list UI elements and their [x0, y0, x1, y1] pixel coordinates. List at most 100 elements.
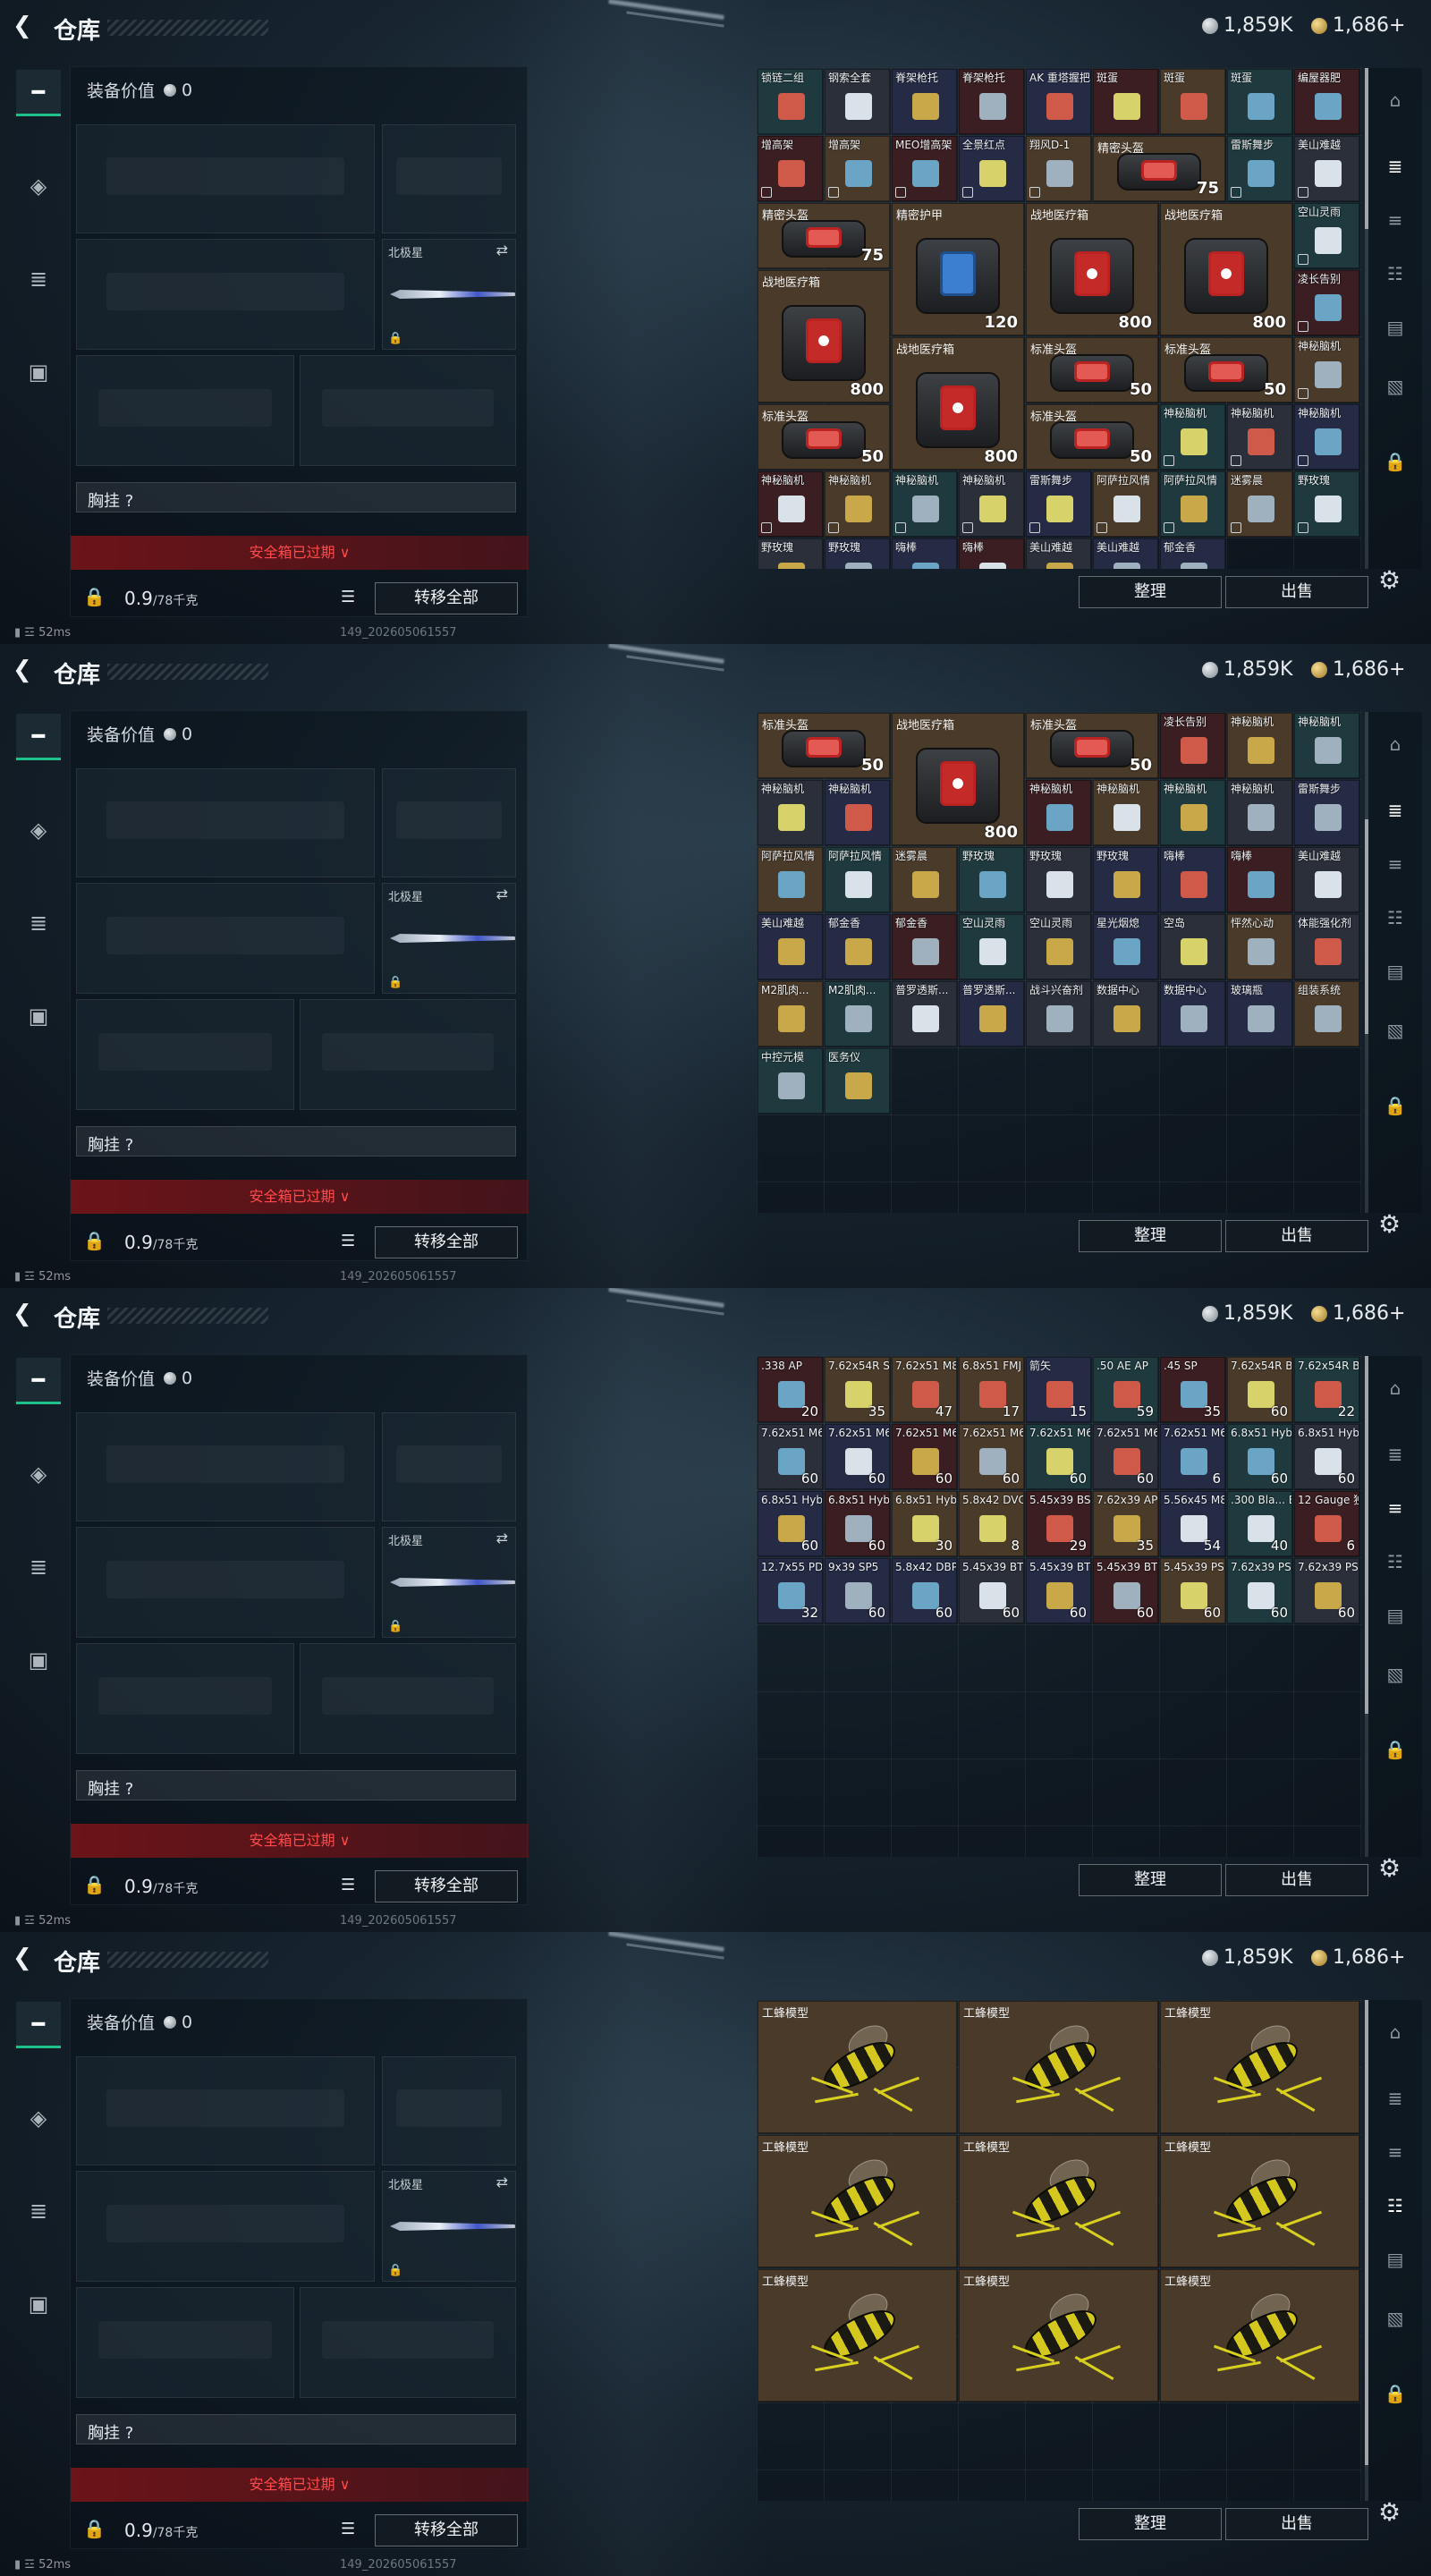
melee-slot[interactable]: 北极星 ⇄ 🔒: [382, 2171, 516, 2282]
stash-item[interactable]: .45 SP 35: [1160, 1357, 1225, 1422]
stash-item[interactable]: 翔风D-1: [1026, 136, 1091, 201]
stash-grid[interactable]: 工蜂模型 工蜂模型 工蜂模型 工蜂模型 工蜂模型 工蜂模型 工蜂模型 工蜂模型 工蜂模型: [757, 2000, 1361, 2501]
stash-item[interactable]: 5.45x39 BT 60: [959, 1558, 1024, 1623]
stash-item[interactable]: 7.62x51 M62 60: [825, 1424, 890, 1489]
transfer-all-button[interactable]: 转移全部: [375, 1226, 518, 1258]
stash-item[interactable]: 神秘脑机: [1227, 404, 1292, 470]
primary-weapon-slot[interactable]: [76, 768, 375, 877]
stash-item[interactable]: 战地医疗箱 800: [1160, 203, 1292, 335]
stash-item[interactable]: 6.8x51 Hybrid 30: [892, 1491, 957, 1556]
stash-item[interactable]: 郁金香: [825, 914, 890, 979]
gold-currency[interactable]: 1,686+: [1311, 14, 1405, 37]
safebox-expired-banner[interactable]: 安全箱已过期 ∨: [71, 536, 529, 570]
weapon-category-icon[interactable]: ≣: [1377, 1436, 1413, 1472]
settings-gear-icon[interactable]: ⚙: [1378, 1209, 1401, 1239]
case-tab-icon[interactable]: ▣: [16, 2281, 61, 2327]
armor-tab-icon[interactable]: ◈: [16, 2095, 61, 2141]
back-arrow-icon[interactable]: ❮: [13, 1301, 39, 1327]
stash-item[interactable]: 7.62x51 M61 6: [1160, 1424, 1225, 1489]
helmet-slot[interactable]: [76, 355, 294, 466]
stash-item[interactable]: 7.62x51 M62 60: [1093, 1424, 1158, 1489]
sell-button[interactable]: 出售: [1225, 576, 1368, 608]
collectible-category-icon[interactable]: ☷: [1377, 1544, 1413, 1580]
stash-item[interactable]: 雷斯舞步: [1227, 136, 1292, 201]
stash-grid[interactable]: .338 AP 20 7.62x54R SNB 35 7.62x51 M80 47 6.8x…: [757, 1356, 1361, 1857]
stash-item[interactable]: 野玫瑰: [1294, 471, 1359, 537]
settings-gear-icon[interactable]: ⚙: [1378, 565, 1401, 595]
armor-slot[interactable]: [300, 355, 516, 466]
ammo-category-icon[interactable]: ≡: [1377, 1490, 1413, 1526]
stash-item[interactable]: 中控元模: [758, 1048, 823, 1114]
stash-item[interactable]: 阿萨拉风情: [1160, 471, 1225, 537]
stash-item[interactable]: 野玫瑰: [1026, 847, 1091, 912]
stash-item[interactable]: 5.45x39 BS 29: [1026, 1491, 1091, 1556]
case-tab-icon[interactable]: ▣: [16, 993, 61, 1039]
stash-item[interactable]: 7.62x39 PS 60: [1227, 1558, 1292, 1623]
stash-item[interactable]: 5.56x45 M855 54: [1160, 1491, 1225, 1556]
key-category-icon[interactable]: ▧: [1377, 1657, 1413, 1692]
collectible-category-icon[interactable]: ☷: [1377, 900, 1413, 936]
stash-item[interactable]: 锁链二组: [758, 69, 823, 134]
stash-item[interactable]: 美山难越: [1093, 538, 1158, 569]
case-tab-icon[interactable]: ▣: [16, 349, 61, 395]
locked-category-icon[interactable]: 🔒: [1377, 1732, 1413, 1767]
swap-icon[interactable]: ⇄: [496, 242, 508, 258]
stash-item[interactable]: 野玫瑰: [825, 538, 890, 569]
key-category-icon[interactable]: ▧: [1377, 2301, 1413, 2336]
stash-item[interactable]: 钢索全套: [825, 69, 890, 134]
silver-currency[interactable]: 1,859K: [1202, 14, 1292, 37]
stash-item[interactable]: .338 AP 20: [758, 1357, 823, 1422]
transfer-all-button[interactable]: 转移全部: [375, 2514, 518, 2546]
silver-currency[interactable]: 1,859K: [1202, 1946, 1292, 1969]
stash-item[interactable]: 空岛: [1160, 914, 1225, 979]
weapon-category-icon[interactable]: ≣: [1377, 2080, 1413, 2116]
stash-item[interactable]: 5.8x42 DVC12 8: [959, 1491, 1024, 1556]
stash-item[interactable]: 9x39 SP5 60: [825, 1558, 890, 1623]
stash-item[interactable]: 玻璃瓶: [1227, 981, 1292, 1046]
secondary-weapon-slot[interactable]: [76, 2171, 375, 2282]
sell-button[interactable]: 出售: [1225, 1864, 1368, 1896]
stash-item[interactable]: 怦然心动: [1227, 914, 1292, 979]
gold-currency[interactable]: 1,686+: [1311, 1302, 1405, 1325]
armor-tab-icon[interactable]: ◈: [16, 163, 61, 209]
stash-item[interactable]: 阿萨拉风情: [825, 847, 890, 912]
armor-slot[interactable]: [300, 2287, 516, 2398]
stash-item[interactable]: M2肌肉...: [825, 981, 890, 1046]
chest-rig-slot[interactable]: 胸挂 ?: [76, 1770, 516, 1801]
stash-item[interactable]: 体能强化剂: [1294, 914, 1359, 979]
stash-item[interactable]: 阿萨拉风情: [1093, 471, 1158, 537]
stash-item[interactable]: 嗨棒: [1227, 847, 1292, 912]
sidearm-slot[interactable]: [382, 768, 516, 877]
stash-item[interactable]: 编屋器肥: [1294, 69, 1359, 134]
list-icon[interactable]: ☰: [341, 2520, 355, 2538]
helmet-slot[interactable]: [76, 1643, 294, 1754]
stash-item[interactable]: 美山难越: [1294, 136, 1359, 201]
stash-item[interactable]: 雷斯舞步: [1026, 471, 1091, 537]
collectible-category-icon[interactable]: ☷: [1377, 2188, 1413, 2224]
stash-item[interactable]: 普罗透斯...: [959, 981, 1024, 1046]
locked-category-icon[interactable]: 🔒: [1377, 1088, 1413, 1123]
stash-item[interactable]: 郁金香: [892, 914, 957, 979]
stash-item[interactable]: 战斗兴奋剂: [1026, 981, 1091, 1046]
ammo-category-icon[interactable]: ≡: [1377, 2134, 1413, 2170]
secondary-weapon-slot[interactable]: [76, 1527, 375, 1638]
clipboard-tab-icon[interactable]: ≣: [16, 2188, 61, 2234]
stash-item[interactable]: 神秘脑机: [1093, 780, 1158, 845]
stash-item[interactable]: 标准头盔 50: [1026, 337, 1158, 402]
transfer-all-button[interactable]: 转移全部: [375, 1870, 518, 1902]
warehouse-category-icon[interactable]: ⌂: [1377, 726, 1413, 762]
stash-item[interactable]: 美山难越: [1294, 847, 1359, 912]
stash-item[interactable]: 美山难越: [758, 914, 823, 979]
ammo-category-icon[interactable]: ≡: [1377, 202, 1413, 238]
back-arrow-icon[interactable]: ❮: [13, 657, 39, 683]
stash-item[interactable]: 增高架: [758, 136, 823, 201]
clipboard-tab-icon[interactable]: ≣: [16, 256, 61, 302]
stash-grid[interactable]: 锁链二组 钢索全套 脊架枪托 脊架枪托 AK 重塔握把 斑蛋 斑蛋 斑蛋 编屋器肥 增高架 增高架 M…: [757, 68, 1361, 569]
sort-button[interactable]: 整理: [1079, 2508, 1222, 2540]
stash-item[interactable]: 神秘脑机: [825, 471, 890, 537]
stash-item[interactable]: 神秘脑机: [892, 471, 957, 537]
back-arrow-icon[interactable]: ❮: [13, 1945, 39, 1971]
stash-item[interactable]: 7.62x51 M62 60: [892, 1424, 957, 1489]
collectible-category-icon[interactable]: ☷: [1377, 256, 1413, 292]
chest-rig-slot[interactable]: 胸挂 ?: [76, 482, 516, 513]
